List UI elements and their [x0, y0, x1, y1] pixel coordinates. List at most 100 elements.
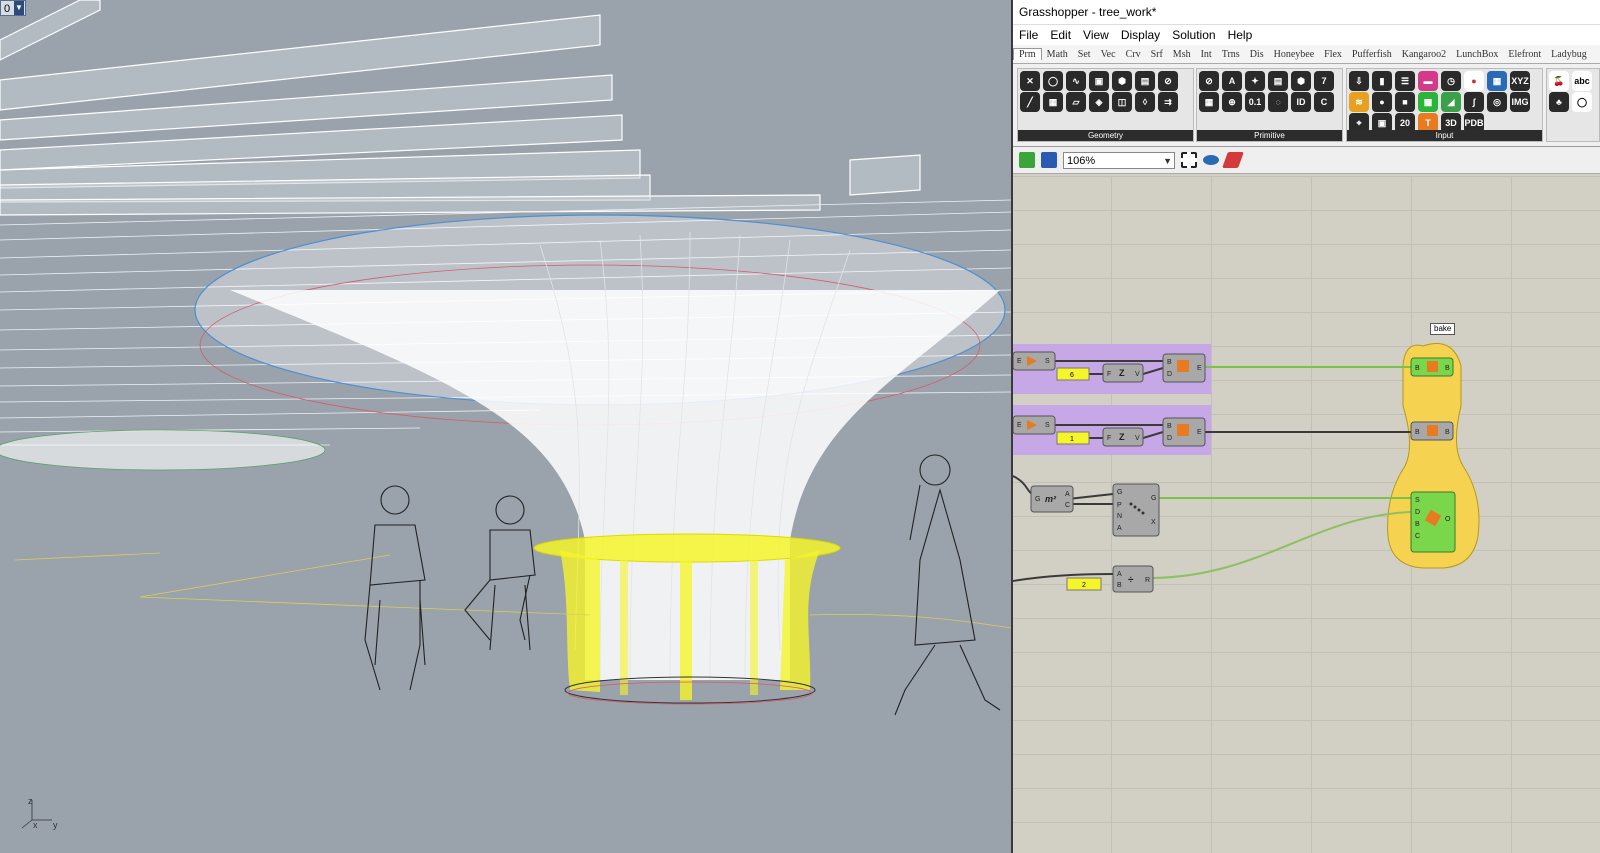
- save-file-icon[interactable]: [1041, 152, 1057, 168]
- stop-icon[interactable]: ■: [1395, 92, 1415, 112]
- shader-param-icon[interactable]: ⬢: [1291, 71, 1311, 91]
- graph-icon[interactable]: ≋: [1349, 92, 1369, 112]
- port-cl-d: D: [1415, 509, 1420, 516]
- cherry-icon[interactable]: 🍒: [1549, 71, 1569, 91]
- menu-file[interactable]: File: [1019, 28, 1038, 42]
- sketch-pen-icon[interactable]: [1222, 152, 1244, 168]
- tab-trns[interactable]: Trns: [1217, 49, 1245, 60]
- panel-6-value: 6: [1070, 372, 1074, 379]
- abc-icon[interactable]: abc: [1572, 71, 1592, 91]
- mapper-icon[interactable]: ▩: [1418, 92, 1438, 112]
- tab-math[interactable]: Math: [1042, 49, 1073, 60]
- image-icon[interactable]: IMG: [1510, 92, 1530, 112]
- axis-z-label: z: [28, 796, 33, 806]
- layer-value: 0: [4, 3, 11, 15]
- component-ribbon: ✕ ◯ ∿ ▣ ⬢ ▤ ⊘ ╱ ▦ ▱ ◈ ◫ ◊ ⇉ Geometry ⊘ A…: [1013, 64, 1600, 147]
- swatch-icon[interactable]: ◢: [1441, 92, 1461, 112]
- distant-disk: [0, 429, 326, 471]
- zoom-extents-icon[interactable]: [1181, 152, 1197, 168]
- surface-param-icon[interactable]: ◫: [1112, 92, 1132, 112]
- domain-param-icon[interactable]: ▤: [1268, 71, 1288, 91]
- line-param-icon[interactable]: ╱: [1020, 92, 1040, 112]
- tab-msh[interactable]: Msh: [1168, 49, 1196, 60]
- tab-prm[interactable]: Prm: [1013, 48, 1042, 60]
- port-e-out-mid: E: [1197, 429, 1202, 436]
- port-area-c: C: [1065, 502, 1070, 509]
- brep-param-icon[interactable]: ⬢: [1112, 71, 1132, 91]
- tab-elefront[interactable]: Elefront: [1503, 49, 1546, 60]
- menu-display[interactable]: Display: [1121, 28, 1160, 42]
- menu-help[interactable]: Help: [1228, 28, 1253, 42]
- field-param-icon[interactable]: ◈: [1089, 92, 1109, 112]
- group-param-icon[interactable]: ▤: [1135, 71, 1155, 91]
- tab-srf[interactable]: Srf: [1146, 49, 1168, 60]
- mesh-param-icon[interactable]: ▦: [1043, 92, 1063, 112]
- complex-param-icon[interactable]: C: [1314, 92, 1334, 112]
- window-title: Grasshopper - tree_work*: [1013, 0, 1600, 25]
- color-wheel-icon[interactable]: ●: [1464, 71, 1484, 91]
- boolean-param-icon[interactable]: ⊘: [1199, 71, 1219, 91]
- menu-edit[interactable]: Edit: [1050, 28, 1071, 42]
- menu-solution[interactable]: Solution: [1172, 28, 1215, 42]
- component-tabs: Prm Math Set Vec Crv Srf Msh Int Trns Di…: [1013, 45, 1600, 64]
- tab-honeybee[interactable]: Honeybee: [1269, 49, 1320, 60]
- port-cl-b: B: [1415, 521, 1420, 528]
- zoom-select[interactable]: 106% ▼: [1063, 151, 1175, 169]
- pipe-param-icon[interactable]: ⊘: [1158, 71, 1178, 91]
- tab-vec[interactable]: Vec: [1096, 49, 1121, 60]
- preview-eye-icon[interactable]: [1203, 155, 1219, 165]
- xyz-icon[interactable]: XYZ: [1510, 71, 1530, 91]
- path-param-icon[interactable]: ⊕: [1222, 92, 1242, 112]
- id-param-icon[interactable]: ID: [1291, 92, 1311, 112]
- list-icon[interactable]: ☰: [1395, 71, 1415, 91]
- port-bake-mid-b: B: [1415, 429, 1420, 436]
- tab-dis[interactable]: Dis: [1245, 49, 1269, 60]
- rhino-viewport[interactable]: 0 ▼ z x y: [0, 0, 1011, 853]
- axis-x-label: x: [33, 820, 38, 830]
- gh-canvas[interactable]: E S 6 F Z V B D E E S 1 F Z V B D E G m²…: [1013, 176, 1600, 853]
- tab-flex[interactable]: Flex: [1319, 49, 1347, 60]
- integer-param-icon[interactable]: 7: [1314, 71, 1334, 91]
- curve-param-icon[interactable]: ∿: [1066, 71, 1086, 91]
- toggle-icon[interactable]: ▮: [1372, 71, 1392, 91]
- tab-int[interactable]: Int: [1196, 49, 1217, 60]
- slider-icon[interactable]: ∫: [1464, 92, 1484, 112]
- twisted-box-icon[interactable]: ◊: [1135, 92, 1155, 112]
- port-pop-g: G: [1117, 489, 1122, 496]
- port-div-b: B: [1117, 582, 1122, 589]
- button-icon[interactable]: ●: [1372, 92, 1392, 112]
- tab-lunchbox[interactable]: LunchBox: [1451, 49, 1503, 60]
- number-param-icon[interactable]: 0.1: [1245, 92, 1265, 112]
- tree-icon[interactable]: ♣: [1549, 92, 1569, 112]
- camera-icon[interactable]: ◎: [1487, 92, 1507, 112]
- tab-ladybug[interactable]: Ladybug: [1546, 49, 1592, 60]
- layer-dropdown[interactable]: 0 ▼: [0, 0, 26, 16]
- port-b-top: B: [1167, 359, 1172, 366]
- tab-kangaroo2[interactable]: Kangaroo2: [1397, 49, 1451, 60]
- ribbon-group-geometry: ✕ ◯ ∿ ▣ ⬢ ▤ ⊘ ╱ ▦ ▱ ◈ ◫ ◊ ⇉ Geometry: [1017, 68, 1194, 142]
- guid-param-icon[interactable]: ◌: [1268, 92, 1288, 112]
- gradient-icon[interactable]: ▬: [1418, 71, 1438, 91]
- tab-set[interactable]: Set: [1073, 49, 1096, 60]
- plane-param-icon[interactable]: ▱: [1066, 92, 1086, 112]
- vector-param-icon[interactable]: ✦: [1245, 71, 1265, 91]
- tab-crv[interactable]: Crv: [1121, 49, 1146, 60]
- ground-lines: [14, 552, 1011, 629]
- svg-text:÷: ÷: [1128, 575, 1134, 586]
- clock-icon[interactable]: ◷: [1441, 71, 1461, 91]
- text-param-icon[interactable]: A: [1222, 71, 1242, 91]
- tab-pufferfish[interactable]: Pufferfish: [1347, 49, 1397, 60]
- box-param-icon[interactable]: ▣: [1089, 71, 1109, 91]
- calculator-icon[interactable]: ▦: [1487, 71, 1507, 91]
- ring-icon[interactable]: ◯: [1572, 92, 1592, 112]
- bake-label[interactable]: bake: [1430, 323, 1456, 335]
- port-d-top: D: [1167, 371, 1172, 378]
- open-file-icon[interactable]: [1019, 152, 1035, 168]
- circle-param-icon[interactable]: ◯: [1043, 71, 1063, 91]
- matrix-param-icon[interactable]: ▦: [1199, 92, 1219, 112]
- zoom-value: 106%: [1067, 154, 1096, 167]
- data-input-icon[interactable]: ⇩: [1349, 71, 1369, 91]
- transform-param-icon[interactable]: ⇉: [1158, 92, 1178, 112]
- menu-view[interactable]: View: [1083, 28, 1109, 42]
- geometry-param-icon[interactable]: ✕: [1020, 71, 1040, 91]
